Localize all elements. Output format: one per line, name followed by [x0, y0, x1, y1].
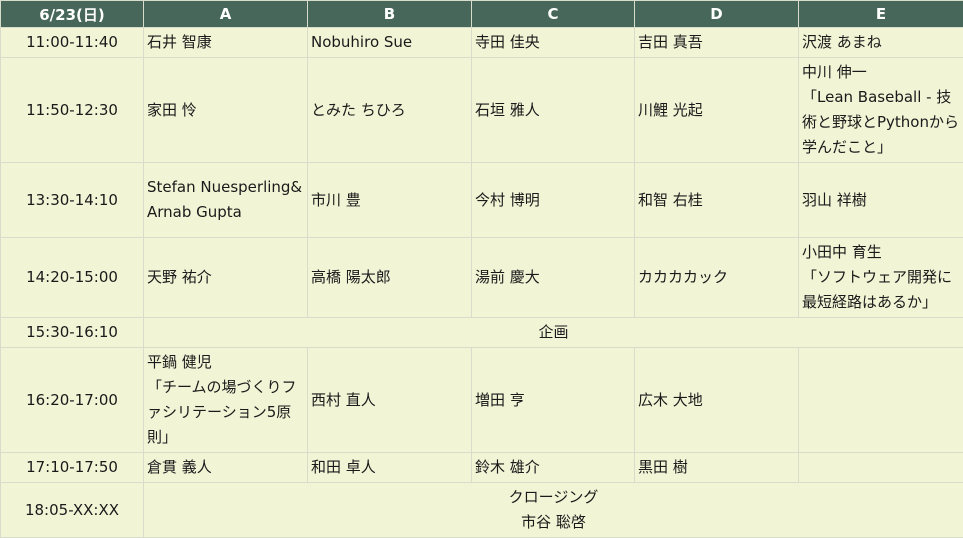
time-cell[interactable]: 15:30-16:10: [1, 318, 144, 348]
header-row: 6/23(日) A B C D E: [1, 1, 963, 28]
speaker-cell[interactable]: 黒田 樹: [635, 453, 799, 483]
schedule-table: 6/23(日) A B C D E 11:00-11:40 石井 智康 Nobu…: [0, 0, 963, 538]
speaker-cell[interactable]: 川鯉 光起: [635, 58, 799, 163]
speaker-cell[interactable]: Nobuhiro Sue: [308, 28, 472, 58]
talk-title: 「チームの場づくりファシリテーション5原則」: [147, 375, 304, 450]
column-header-d[interactable]: D: [635, 1, 799, 28]
closing-title: クロージング: [147, 485, 960, 510]
speaker-name: 小田中 育生: [802, 240, 960, 265]
merged-cell[interactable]: クロージング 市谷 聡啓: [144, 483, 963, 538]
table-row: 13:30-14:10 Stefan Nuesperling&Arnab Gup…: [1, 163, 963, 238]
speaker-cell[interactable]: 高橋 陽太郎: [308, 238, 472, 318]
column-header-c[interactable]: C: [472, 1, 635, 28]
speaker-cell[interactable]: 湯前 慶大: [472, 238, 635, 318]
time-cell[interactable]: 18:05-XX:XX: [1, 483, 144, 538]
speaker-cell[interactable]: 市川 豊: [308, 163, 472, 238]
speaker-cell[interactable]: 天野 祐介: [144, 238, 308, 318]
speaker-name: 平鍋 健児: [147, 350, 304, 375]
table-row: 11:00-11:40 石井 智康 Nobuhiro Sue 寺田 佳央 吉田 …: [1, 28, 963, 58]
speaker-cell[interactable]: 石井 智康: [144, 28, 308, 58]
time-cell[interactable]: 17:10-17:50: [1, 453, 144, 483]
speaker-cell[interactable]: カカカカック: [635, 238, 799, 318]
table-row: 14:20-15:00 天野 祐介 高橋 陽太郎 湯前 慶大 カカカカック 小田…: [1, 238, 963, 318]
speaker-cell[interactable]: とみた ちひろ: [308, 58, 472, 163]
speaker-cell[interactable]: 寺田 佳央: [472, 28, 635, 58]
speaker-cell[interactable]: 増田 亨: [472, 348, 635, 453]
speaker-cell[interactable]: 平鍋 健児 「チームの場づくりファシリテーション5原則」: [144, 348, 308, 453]
speaker-cell[interactable]: 和田 卓人: [308, 453, 472, 483]
speaker-cell[interactable]: Stefan Nuesperling&Arnab Gupta: [144, 163, 308, 238]
time-cell[interactable]: 13:30-14:10: [1, 163, 144, 238]
column-header-e[interactable]: E: [799, 1, 963, 28]
speaker-cell[interactable]: 倉貫 義人: [144, 453, 308, 483]
table-row: 16:20-17:00 平鍋 健児 「チームの場づくりファシリテーション5原則」…: [1, 348, 963, 453]
speaker-cell[interactable]: 石垣 雅人: [472, 58, 635, 163]
speaker-cell[interactable]: 鈴木 雄介: [472, 453, 635, 483]
speaker-cell[interactable]: 家田 怜: [144, 58, 308, 163]
speaker-cell[interactable]: 和智 右桂: [635, 163, 799, 238]
date-header[interactable]: 6/23(日): [1, 1, 144, 28]
time-cell[interactable]: 11:50-12:30: [1, 58, 144, 163]
empty-cell[interactable]: [799, 453, 963, 483]
speaker-cell[interactable]: 西村 直人: [308, 348, 472, 453]
time-cell[interactable]: 16:20-17:00: [1, 348, 144, 453]
merged-cell[interactable]: 企画: [144, 318, 963, 348]
column-header-b[interactable]: B: [308, 1, 472, 28]
table-row: 17:10-17:50 倉貫 義人 和田 卓人 鈴木 雄介 黒田 樹: [1, 453, 963, 483]
speaker-cell[interactable]: 小田中 育生 「ソフトウェア開発に最短経路はあるか」: [799, 238, 963, 318]
table-row: 11:50-12:30 家田 怜 とみた ちひろ 石垣 雅人 川鯉 光起 中川 …: [1, 58, 963, 163]
speaker-cell[interactable]: 広木 大地: [635, 348, 799, 453]
speaker-cell[interactable]: 中川 伸一 「Lean Baseball - 技術と野球とPythonから学んだ…: [799, 58, 963, 163]
speaker-cell[interactable]: 羽山 祥樹: [799, 163, 963, 238]
empty-cell[interactable]: [799, 348, 963, 453]
column-header-a[interactable]: A: [144, 1, 308, 28]
speaker-cell[interactable]: 吉田 真吾: [635, 28, 799, 58]
speaker-cell[interactable]: 沢渡 あまね: [799, 28, 963, 58]
time-cell[interactable]: 11:00-11:40: [1, 28, 144, 58]
closing-speaker: 市谷 聡啓: [147, 510, 960, 535]
talk-title: 「ソフトウェア開発に最短経路はあるか」: [802, 265, 960, 315]
speaker-cell[interactable]: 今村 博明: [472, 163, 635, 238]
time-cell[interactable]: 14:20-15:00: [1, 238, 144, 318]
talk-title: 「Lean Baseball - 技術と野球とPythonから学んだこと」: [802, 85, 960, 160]
speaker-name: 中川 伸一: [802, 60, 960, 85]
table-row: 15:30-16:10 企画: [1, 318, 963, 348]
table-row: 18:05-XX:XX クロージング 市谷 聡啓: [1, 483, 963, 538]
